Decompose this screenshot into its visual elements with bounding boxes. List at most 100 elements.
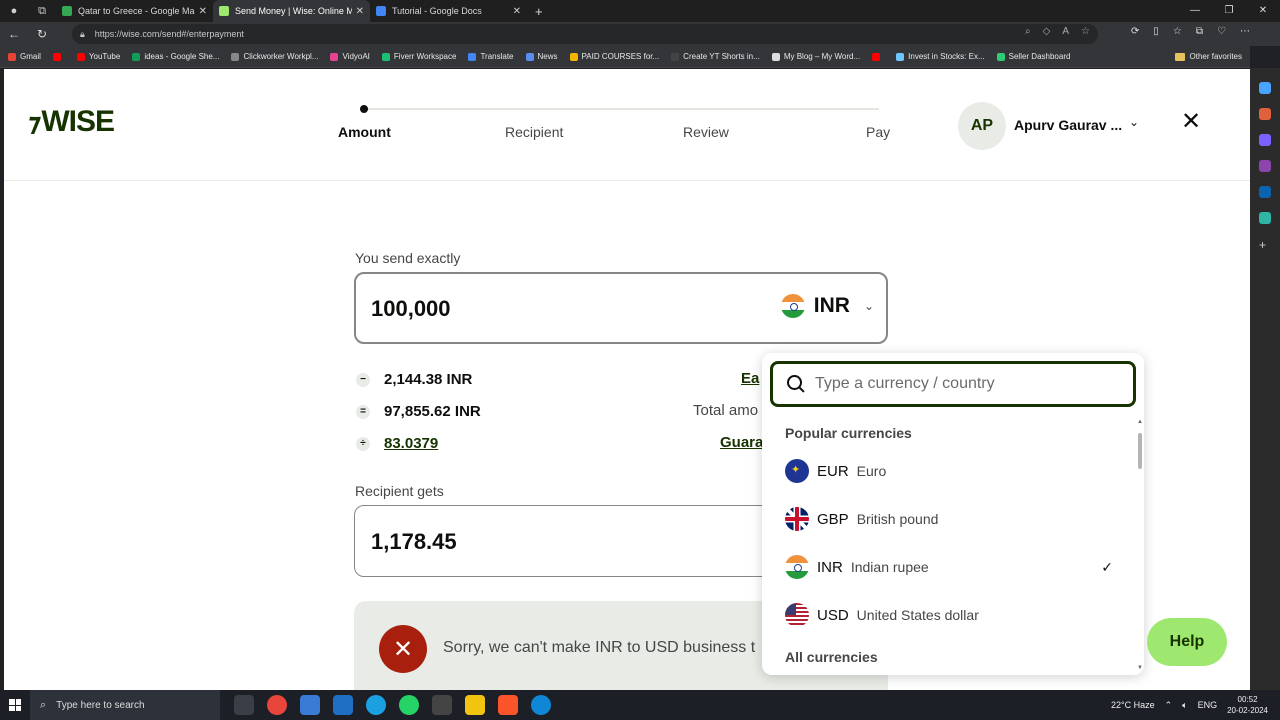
extensions-icon[interactable]: ⟳ <box>1131 26 1139 37</box>
drop-icon[interactable] <box>1259 212 1271 224</box>
refresh-icon[interactable]: ↻ <box>28 27 56 41</box>
recipient-label: Recipient gets <box>355 483 444 499</box>
close-tab-icon[interactable]: ✕ <box>513 6 521 17</box>
dropdown-scrollbar[interactable]: ▲ ▼ <box>1136 419 1144 675</box>
windows-start-icon[interactable] <box>0 690 30 720</box>
taskbar-search[interactable]: ⌕ Type here to search <box>30 690 220 720</box>
india-flag-icon <box>785 555 809 579</box>
back-icon[interactable]: ← <box>0 27 28 41</box>
bookmark-youtube-icon-only[interactable] <box>52 52 65 61</box>
close-window-icon[interactable]: ✕ <box>1246 0 1280 22</box>
wise-logo[interactable]: ⁊ WISE <box>27 105 115 139</box>
edge-icon[interactable] <box>366 695 386 715</box>
bookmark-youtube-2[interactable] <box>872 52 884 61</box>
performance-icon[interactable]: ♡ <box>1217 26 1226 37</box>
tag-icon[interactable]: ◇ <box>1043 26 1051 37</box>
profile-icon[interactable]: ● <box>0 0 28 22</box>
bookmark-seller[interactable]: Seller Dashboard <box>996 52 1070 61</box>
equals-icon: = <box>356 404 370 419</box>
scroll-up-icon[interactable]: ▲ <box>1137 419 1143 425</box>
workspaces-icon[interactable]: ⧉ <box>28 0 56 22</box>
user-name[interactable]: Apurv Gaurav ... <box>1014 117 1122 133</box>
read-aloud-icon[interactable]: A <box>1062 26 1069 37</box>
outlook-icon[interactable] <box>1259 186 1271 198</box>
scroll-down-icon[interactable]: ▼ <box>1137 665 1143 671</box>
url-input[interactable]: 🔒︎ https://wise.com/send#/enterpayment <box>72 24 1098 44</box>
close-tab-icon[interactable]: ✕ <box>199 6 207 17</box>
gmail-icon <box>8 52 16 61</box>
games-icon[interactable] <box>1259 160 1271 172</box>
fee-link[interactable]: Ea <box>741 370 759 387</box>
bookmark-youtube[interactable]: YouTube <box>76 52 120 61</box>
currency-option-usd[interactable]: USD United States dollar <box>785 600 1115 630</box>
edge-active-icon[interactable] <box>531 695 551 715</box>
clock[interactable]: 00:52 20-02-2024 <box>1227 694 1268 716</box>
favorite-star-icon[interactable]: ☆ <box>1081 26 1090 37</box>
bookmark-ideas[interactable]: ideas - Google She... <box>132 52 219 61</box>
bookmark-news[interactable]: News <box>525 52 558 61</box>
bookmark-my-blog[interactable]: My Blog – My Word... <box>771 52 860 61</box>
omnibox-icons: ⌕ ◇ A ☆ <box>1025 26 1090 37</box>
send-currency-selector[interactable]: INR ⌄ <box>780 294 874 318</box>
add-sidebar-app-icon[interactable]: + <box>1259 238 1271 252</box>
bookmark-vidyoai[interactable]: VidyoAI <box>330 52 370 61</box>
currency-option-gbp[interactable]: GBP British pound <box>785 504 1115 534</box>
tray-chevron-icon[interactable]: ⌃ <box>1165 700 1173 711</box>
youtube-icon <box>872 52 881 61</box>
bookmark-yt-shorts[interactable]: Create YT Shorts in... <box>671 52 760 61</box>
other-favorites[interactable]: Other favorites <box>1174 52 1242 61</box>
guaranteed-rate-link[interactable]: Guara <box>720 434 763 451</box>
app-icon[interactable] <box>432 695 452 715</box>
currency-option-inr[interactable]: INR Indian rupee ✓ <box>785 552 1115 582</box>
send-amount-value[interactable]: 100,000 <box>371 296 451 322</box>
shopping-icon[interactable] <box>1259 108 1271 120</box>
bookmark-translate[interactable]: Translate <box>468 52 514 61</box>
collections-icon[interactable]: ⧉ <box>1196 26 1203 37</box>
task-view-icon[interactable] <box>234 695 254 715</box>
chrome-icon[interactable] <box>267 695 287 715</box>
exchange-rate-link[interactable]: 83.0379 <box>384 435 438 452</box>
currency-search-field[interactable] <box>770 361 1136 407</box>
weather[interactable]: 22°C Haze <box>1111 700 1155 710</box>
bookmark-paid-courses[interactable]: PAID COURSES for... <box>569 52 659 61</box>
more-menu-icon[interactable]: ⋯ <box>1240 26 1250 37</box>
split-screen-icon[interactable]: ▯ <box>1153 26 1159 37</box>
store-icon[interactable] <box>300 695 320 715</box>
bookmark-fiverr[interactable]: Fiverr Workspace <box>381 52 456 61</box>
wise-page: ⁊ WISE Amount Recipient Review Pay AP Ap… <box>4 69 1250 690</box>
send-amount-field[interactable]: 100,000 INR ⌄ <box>354 272 888 344</box>
lock-icon[interactable]: 🔒︎ <box>80 29 85 40</box>
maximize-icon[interactable]: ❐ <box>1212 0 1246 22</box>
recipient-amount-value[interactable]: 1,178.45 <box>371 529 457 555</box>
clock-date: 20-02-2024 <box>1227 706 1268 715</box>
tab-google-maps[interactable]: Qatar to Greece - Google Maps ✕ <box>56 0 213 22</box>
whatsapp-icon[interactable] <box>399 695 419 715</box>
language[interactable]: ENG <box>1198 700 1218 710</box>
bookmark-gmail[interactable]: Gmail <box>8 52 41 61</box>
help-button[interactable]: Help <box>1147 618 1227 666</box>
copilot-icon[interactable] <box>1259 82 1271 94</box>
avatar[interactable]: AP <box>958 102 1006 150</box>
close-tab-icon[interactable]: ✕ <box>356 6 364 17</box>
checkmark-icon: ✓ <box>1101 558 1113 575</box>
favorites-icon[interactable]: ☆ <box>1173 26 1182 37</box>
system-tray: 22°C Haze ⌃ 🔈︎ ENG 00:52 20-02-2024 <box>1111 690 1280 720</box>
new-tab-icon[interactable]: + <box>535 4 543 19</box>
scroll-thumb[interactable] <box>1138 433 1142 469</box>
bookmark-invest[interactable]: Invest in Stocks: Ex... <box>896 52 985 61</box>
volume-icon[interactable]: 🔈︎ <box>1182 700 1187 711</box>
close-icon[interactable]: ✕ <box>1181 110 1201 134</box>
currency-option-eur[interactable]: EUR Euro <box>785 456 1115 486</box>
brave-icon[interactable] <box>498 695 518 715</box>
zoom-icon[interactable]: ⌕ <box>1025 26 1031 37</box>
shorts-icon <box>671 52 680 61</box>
chevron-down-icon[interactable]: ⌄ <box>1129 115 1139 129</box>
tab-google-docs[interactable]: Tutorial - Google Docs ✕ <box>370 0 527 22</box>
tab-wise[interactable]: Send Money | Wise: Online Mon ✕ <box>213 0 370 22</box>
minimize-icon[interactable]: — <box>1178 0 1212 22</box>
tools-icon[interactable] <box>1259 134 1271 146</box>
currency-search-input[interactable] <box>815 375 1115 393</box>
mail-icon[interactable] <box>333 695 353 715</box>
bookmark-clickworker[interactable]: Clickworker Workpl... <box>231 52 318 61</box>
file-explorer-icon[interactable] <box>465 695 485 715</box>
